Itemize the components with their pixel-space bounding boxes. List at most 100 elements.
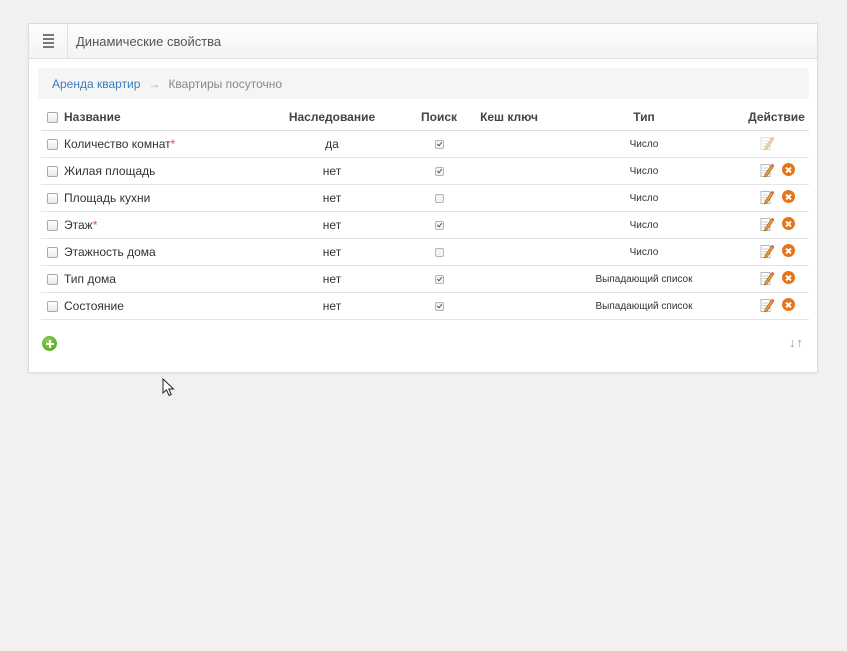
action-cell — [744, 211, 809, 239]
menu-button[interactable] — [29, 24, 68, 58]
search-cell — [404, 238, 474, 266]
list-icon — [42, 32, 54, 50]
action-cell — [744, 130, 809, 158]
search-checkbox[interactable] — [434, 302, 444, 312]
type-cell: Число — [544, 238, 744, 266]
edit-icon[interactable] — [759, 297, 775, 313]
table-row: Этаж* нет Число — [41, 211, 809, 239]
column-header-cache[interactable]: Кеш ключ — [474, 104, 544, 131]
mouse-cursor-icon — [162, 378, 175, 397]
row-select-cell — [41, 130, 64, 158]
breadcrumb-link-parent[interactable]: Аренда квартир — [52, 77, 140, 91]
column-header-inherit[interactable]: Наследование — [260, 104, 404, 131]
table-row: Этажность дома нет Число — [41, 238, 809, 266]
property-name-cell: Площадь кухни — [64, 184, 260, 212]
property-name[interactable]: Тип дома — [64, 272, 116, 286]
search-checkbox[interactable] — [434, 140, 444, 150]
cache-key-cell — [474, 238, 544, 266]
cache-key-cell — [474, 265, 544, 293]
type-cell: Выпадающий список — [544, 265, 744, 293]
breadcrumb-separator: → — [148, 76, 161, 91]
delete-icon[interactable] — [781, 298, 795, 311]
row-select-checkbox[interactable] — [47, 139, 58, 151]
row-select-checkbox[interactable] — [47, 301, 58, 313]
row-select-cell — [41, 184, 64, 212]
property-name[interactable]: Площадь кухни — [64, 191, 150, 205]
row-select-checkbox[interactable] — [47, 220, 58, 232]
edit-icon[interactable] — [759, 189, 775, 205]
cache-key-cell — [474, 130, 544, 158]
search-checkbox[interactable] — [434, 167, 444, 177]
edit-icon[interactable] — [759, 270, 775, 286]
search-checkbox[interactable] — [434, 248, 444, 258]
delete-icon[interactable] — [781, 217, 795, 230]
edit-icon[interactable] — [759, 135, 775, 151]
type-cell: Число — [544, 157, 744, 185]
property-name-cell: Состояние — [64, 292, 260, 320]
delete-icon[interactable] — [781, 244, 795, 257]
search-cell — [404, 265, 474, 293]
properties-panel: Динамические свойства Аренда квартир → К… — [28, 23, 818, 373]
search-checkbox[interactable] — [434, 275, 444, 285]
action-cell — [744, 238, 809, 266]
search-checkbox[interactable] — [434, 194, 444, 204]
row-select-checkbox[interactable] — [47, 166, 58, 178]
column-header-name[interactable]: Название — [64, 104, 260, 131]
table-row: Количество комнат* да Число — [41, 130, 809, 158]
row-select-cell — [41, 265, 64, 293]
select-all-cell — [41, 104, 64, 131]
cache-key-cell — [474, 157, 544, 185]
row-select-cell — [41, 211, 64, 239]
search-cell — [404, 292, 474, 320]
cache-key-cell — [474, 211, 544, 239]
row-select-checkbox[interactable] — [47, 274, 58, 286]
type-cell: Число — [544, 211, 744, 239]
action-cell — [744, 265, 809, 293]
row-select-cell — [41, 292, 64, 320]
table-row: Жилая площадь нет Число — [41, 157, 809, 185]
column-header-search[interactable]: Поиск — [404, 104, 474, 131]
type-cell: Число — [544, 130, 744, 158]
table-row: Тип дома нет Выпадающий список — [41, 265, 809, 293]
panel-title: Динамические свойства — [76, 33, 222, 49]
action-cell — [744, 292, 809, 320]
column-header-action: Действие — [744, 104, 809, 131]
property-name-cell: Этажность дома — [64, 238, 260, 266]
row-select-cell — [41, 157, 64, 185]
property-name[interactable]: Жилая площадь — [64, 164, 155, 178]
edit-icon[interactable] — [759, 243, 775, 259]
row-select-checkbox[interactable] — [47, 247, 58, 259]
edit-icon[interactable] — [759, 162, 775, 178]
property-name[interactable]: Количество комнат — [64, 137, 171, 151]
property-name-cell: Тип дома — [64, 265, 260, 293]
row-select-checkbox[interactable] — [47, 193, 58, 205]
properties-table: Название Наследование Поиск Кеш ключ Тип… — [41, 104, 809, 320]
property-name-cell: Этаж* — [64, 211, 260, 239]
inherit-cell: нет — [260, 292, 404, 320]
panel-header: Динамические свойства — [29, 24, 817, 59]
column-header-type[interactable]: Тип — [544, 104, 744, 131]
breadcrumb-current: Квартиры посуточно — [168, 76, 283, 91]
type-cell: Выпадающий список — [544, 292, 744, 320]
property-name[interactable]: Этаж — [64, 218, 93, 232]
inherit-cell: нет — [260, 238, 404, 266]
delete-icon[interactable] — [781, 271, 795, 284]
plus-circle-icon[interactable] — [42, 336, 57, 351]
inherit-cell: нет — [260, 184, 404, 212]
sort-button[interactable]: ↓↑ — [789, 335, 804, 350]
delete-icon[interactable] — [781, 163, 795, 176]
type-cell: Число — [544, 184, 744, 212]
row-select-cell — [41, 238, 64, 266]
table-header-row: Название Наследование Поиск Кеш ключ Тип… — [41, 104, 809, 131]
inherit-cell: да — [260, 130, 404, 158]
property-name[interactable]: Состояние — [64, 299, 124, 313]
edit-icon[interactable] — [759, 216, 775, 232]
search-cell — [404, 184, 474, 212]
breadcrumb: Аренда квартир → Квартиры посуточно — [38, 68, 809, 99]
property-name[interactable]: Этажность дома — [64, 245, 156, 259]
select-all-checkbox[interactable] — [47, 112, 58, 124]
required-mark: * — [170, 137, 176, 151]
delete-icon[interactable] — [781, 190, 795, 203]
search-checkbox[interactable] — [434, 221, 444, 231]
search-cell — [404, 211, 474, 239]
